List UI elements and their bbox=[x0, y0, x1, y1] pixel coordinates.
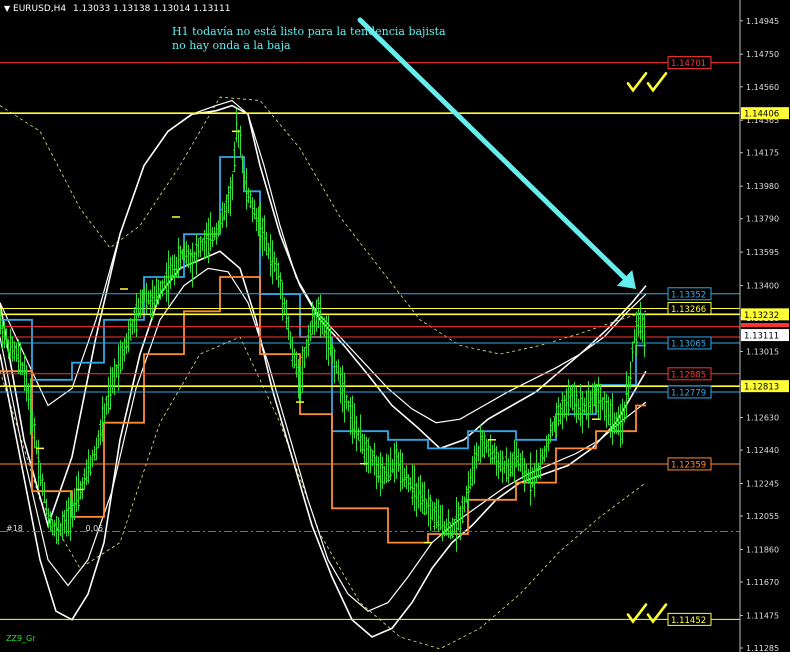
price-box-label-3: 1.13266 bbox=[671, 305, 706, 315]
y-tick-label: 1.14945 bbox=[746, 17, 779, 26]
y-tick-label: 1.13790 bbox=[746, 215, 779, 224]
y-tick-label: 1.12630 bbox=[746, 414, 779, 423]
red-axis-marker bbox=[741, 322, 789, 327]
y-tick-label: 1.11670 bbox=[746, 578, 779, 587]
ohlc-values: 1.13033 1.13138 1.13014 1.13111 bbox=[73, 4, 231, 14]
price-box-label-0: 1.14701 bbox=[671, 59, 706, 69]
price-axis: 1.149451.147501.145601.143651.141751.139… bbox=[739, 0, 790, 652]
price-box-label-10: 1.11452 bbox=[671, 616, 706, 626]
y-tick-label: 1.12055 bbox=[746, 512, 779, 521]
y-tick-label: 1.13595 bbox=[746, 248, 779, 257]
indicator-footer-text: ZZ9_Gr bbox=[6, 634, 36, 643]
lower-left-label: #18 0.05 bbox=[6, 524, 103, 533]
y-tick-label: 1.13980 bbox=[746, 182, 779, 191]
lower-left-text: #18 bbox=[6, 524, 23, 533]
axis-price-tag-label-2: 1.12813 bbox=[744, 383, 779, 393]
annotation-line-1: H1 todavía no está listo para la tendenc… bbox=[172, 25, 446, 38]
y-tick-label: 1.12440 bbox=[746, 446, 779, 455]
y-tick-label: 1.14750 bbox=[746, 50, 779, 59]
annotation-text: H1 todavía no está listo para la tendenc… bbox=[172, 25, 446, 53]
price-box-label-6: 1.12885 bbox=[671, 370, 706, 380]
y-tick-label: 1.12245 bbox=[746, 479, 779, 488]
price-chart[interactable]: 1.14701 1.14406 1.13352 1.13266 1.13232 1.130… bbox=[0, 0, 790, 652]
y-tick-label: 1.11475 bbox=[746, 611, 779, 620]
chart-background bbox=[0, 0, 790, 652]
price-box-label-5: 1.13065 bbox=[671, 339, 706, 349]
y-tick-label: 1.13400 bbox=[746, 282, 779, 291]
lower-left-value: 0.05 bbox=[85, 524, 104, 533]
price-box-label-9: 1.12359 bbox=[671, 460, 706, 470]
axis-price-tag-label-0: 1.14406 bbox=[744, 110, 779, 120]
axis-price-tag-label-1: 1.13232 bbox=[744, 311, 779, 321]
y-tick-label: 1.14175 bbox=[746, 149, 779, 158]
symbol-label: EURUSD,H4 bbox=[13, 4, 67, 14]
price-box-label-8: 1.12779 bbox=[671, 388, 706, 398]
y-tick-label: 1.14560 bbox=[746, 83, 779, 92]
y-tick-label: 1.13015 bbox=[746, 348, 779, 357]
annotation-line-2: no hay onda a la baja bbox=[172, 39, 291, 52]
y-tick-label: 1.11285 bbox=[746, 644, 779, 652]
indicator-footer: ZZ9_Gr bbox=[6, 634, 36, 643]
y-tick-label: 1.11860 bbox=[746, 545, 779, 554]
chart-header: ▼ EURUSD,H4 1.13033 1.13138 1.13014 1.13… bbox=[4, 4, 230, 14]
current-price-label: 1.13111 bbox=[744, 332, 779, 342]
price-box-label-2: 1.13352 bbox=[671, 290, 706, 300]
dropdown-triangle-icon[interactable]: ▼ bbox=[4, 4, 10, 13]
